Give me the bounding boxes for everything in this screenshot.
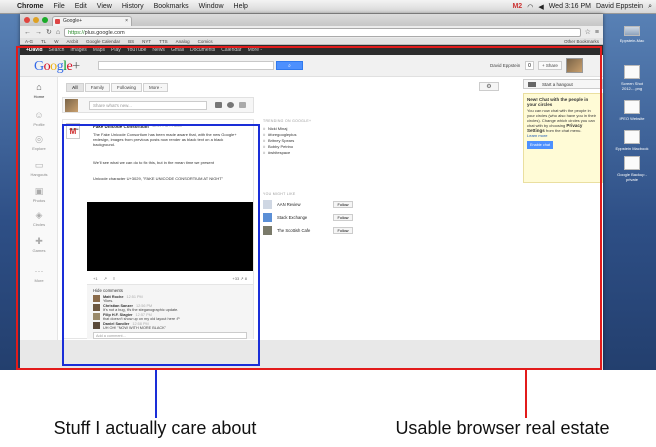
gmail-notifier-icon[interactable]: M2 — [512, 3, 522, 10]
desktop-icon[interactable]: Eppstein-Mac — [612, 26, 652, 43]
menu-edit[interactable]: Edit — [70, 3, 92, 10]
address-bar[interactable]: https://plus.google.com — [64, 27, 581, 37]
forward-icon[interactable]: → — [35, 29, 42, 36]
wrench-icon[interactable]: ≡ — [595, 29, 599, 36]
close-window-icon[interactable] — [24, 17, 30, 23]
bookmarks-bar: A-G TL W Arcbit Google Calendar BS NYT T… — [20, 38, 603, 45]
bookmark-item[interactable]: A-G — [25, 38, 33, 44]
bookmark-item[interactable]: Google Calendar — [86, 38, 120, 44]
menubar-extras: M2 ◠ ◀ Wed 3:16 PM David Eppstein ⌕ — [512, 3, 656, 11]
browser-toolbar: ← → ↻ ⌂ https://plus.google.com ☆ ≡ — [20, 26, 603, 38]
caption-browser: Usable browser real estate — [395, 418, 610, 438]
bookmark-item[interactable]: BS — [128, 38, 134, 44]
google-plus-favicon — [55, 19, 60, 24]
volume-icon[interactable]: ◀ — [538, 3, 543, 11]
menubar-clock[interactable]: Wed 3:16 PM — [549, 3, 591, 10]
gmail-count: 2 — [518, 3, 523, 10]
close-tab-icon[interactable]: × — [125, 17, 128, 26]
hard-drive-icon — [624, 26, 640, 36]
menu-history[interactable]: History — [117, 3, 149, 10]
desktop-icon-label: Google Backup - private — [617, 172, 647, 182]
tab-title: Google+ — [63, 18, 83, 24]
zoom-window-icon[interactable] — [42, 17, 48, 23]
desktop-icon-label: Eppstein-Mac — [619, 38, 645, 43]
desktop-icon[interactable]: IPEO Website — [612, 100, 652, 121]
menu-app[interactable]: Chrome — [12, 3, 48, 10]
minimize-window-icon[interactable] — [33, 17, 39, 23]
menu-bookmarks[interactable]: Bookmarks — [149, 3, 194, 10]
bookmark-item[interactable]: TL — [41, 38, 46, 44]
spotlight-icon[interactable]: ⌕ — [648, 3, 652, 11]
document-icon — [624, 130, 640, 144]
bookmark-item[interactable]: Comics — [198, 38, 213, 44]
bookmark-item[interactable]: NYT — [142, 38, 151, 44]
tab-googleplus[interactable]: Google+ × — [52, 16, 132, 26]
tab-strip: Google+ × — [20, 14, 603, 26]
other-bookmarks[interactable]: Other Bookmarks — [564, 38, 603, 44]
back-icon[interactable]: ← — [24, 29, 31, 36]
document-icon — [624, 156, 640, 170]
star-icon[interactable]: ☆ — [585, 28, 591, 36]
desktop-icon-label: IPEO Website — [619, 116, 645, 121]
bookmark-item[interactable]: W — [54, 38, 58, 44]
desktop-icon[interactable]: Eppstein Macbook — [612, 130, 652, 151]
menu-file[interactable]: File — [48, 3, 69, 10]
desktop-icon-label: Eppstein Macbook — [615, 146, 649, 151]
desktop-icon-label: Screen Shot 2012-...png — [620, 81, 643, 91]
caption-content: Stuff I actually care about — [53, 418, 257, 438]
home-icon[interactable]: ⌂ — [56, 29, 60, 36]
content-area-highlight — [62, 124, 260, 366]
window-controls — [24, 17, 48, 23]
document-icon — [624, 100, 640, 114]
wifi-icon[interactable]: ◠ — [527, 3, 533, 11]
reload-icon[interactable]: ↻ — [46, 28, 52, 36]
bookmark-item[interactable]: TTS — [159, 38, 168, 44]
blue-pointer-line — [155, 370, 157, 418]
url-host: plus.google.com — [84, 29, 125, 36]
bookmark-item[interactable]: Arcbit — [67, 38, 79, 44]
menu-view[interactable]: View — [92, 3, 117, 10]
document-icon — [624, 65, 640, 79]
menubar-user[interactable]: David Eppstein — [596, 3, 643, 10]
desktop-screenshot: Chrome File Edit View History Bookmarks … — [0, 0, 656, 370]
url-scheme: https:// — [68, 29, 85, 36]
desktop-icon[interactable]: Screen Shot 2012-...png — [612, 65, 652, 91]
mac-menubar: Chrome File Edit View History Bookmarks … — [0, 0, 656, 14]
menu-window[interactable]: Window — [194, 3, 229, 10]
red-pointer-line — [525, 370, 527, 418]
bookmark-item[interactable]: Analog — [176, 38, 190, 44]
menu-help[interactable]: Help — [229, 3, 253, 10]
desktop-icon[interactable]: Google Backup - private — [612, 156, 652, 182]
